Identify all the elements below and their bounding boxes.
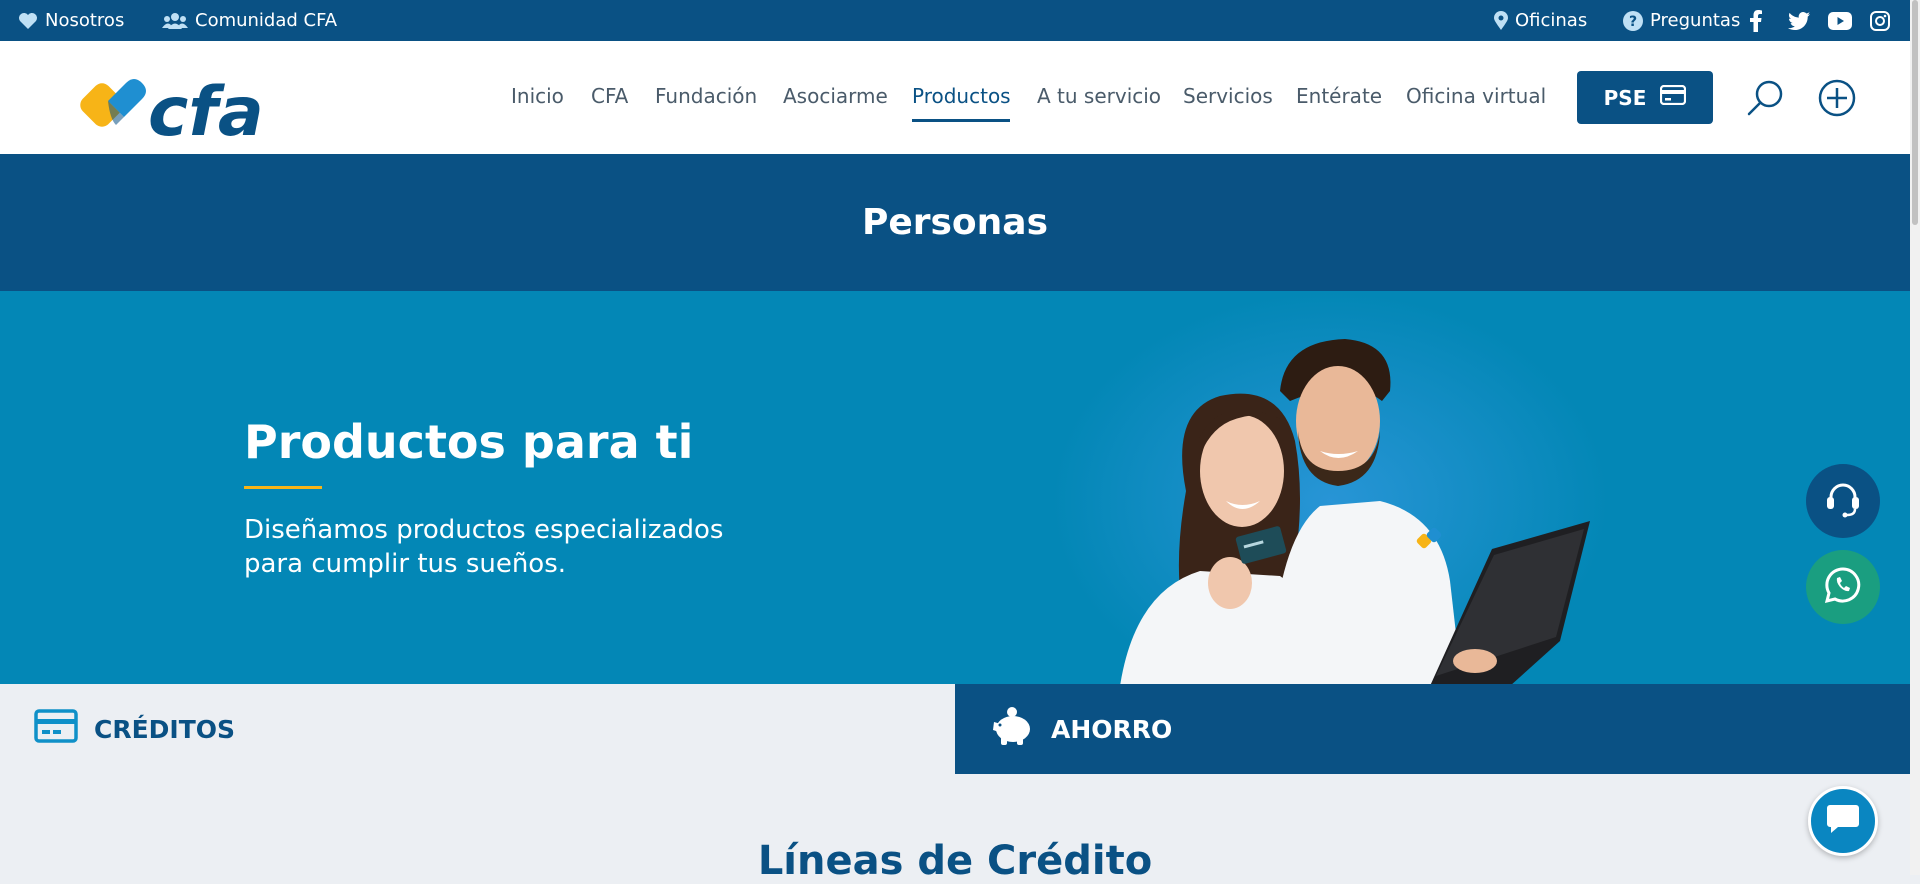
hero-subtitle: Diseñamos productos especializados para … <box>244 515 724 579</box>
logo-wordmark: cfa <box>148 73 264 141</box>
hero-title: Productos para ti <box>244 415 694 469</box>
credit-card-icon <box>1660 84 1687 110</box>
youtube-link[interactable] <box>1828 0 1852 41</box>
svg-text:?: ? <box>1629 14 1637 30</box>
hero-banner: Productos para ti Diseñamos productos es… <box>0 291 1910 684</box>
nav-asociarme[interactable]: Asociarme <box>783 84 888 108</box>
credit-card-icon <box>34 709 78 749</box>
whatsapp-icon <box>1824 566 1862 608</box>
facebook-link[interactable] <box>1750 0 1762 41</box>
support-agent-button[interactable] <box>1806 464 1880 538</box>
users-icon <box>162 12 188 30</box>
nav-inicio[interactable]: Inicio <box>511 84 564 108</box>
tab-ahorro[interactable]: AHORRO <box>955 684 1910 774</box>
active-nav-indicator <box>912 119 1010 122</box>
headset-icon <box>1823 479 1863 523</box>
hero-people-image <box>1090 321 1610 684</box>
nav-a-tu-servicio[interactable]: A tu servicio <box>1037 84 1161 108</box>
youtube-icon <box>1828 11 1852 30</box>
nav-oficina-virtual[interactable]: Oficina virtual <box>1406 84 1546 108</box>
piggy-bank-icon <box>989 706 1035 752</box>
search-icon[interactable] <box>1745 78 1785 118</box>
tab-creditos[interactable]: CRÉDITOS <box>0 684 955 774</box>
nav-servicios[interactable]: Servicios <box>1183 84 1273 108</box>
facebook-icon <box>1750 9 1762 32</box>
preguntas-link[interactable]: ? Preguntas <box>1623 0 1740 41</box>
lines-of-credit-heading: Líneas de Crédito <box>757 838 1153 884</box>
comunidad-link[interactable]: Comunidad CFA <box>162 0 337 41</box>
heart-icon <box>18 12 38 30</box>
nav-cfa[interactable]: CFA <box>591 84 628 108</box>
top-utility-bar: Nosotros Comunidad CFA Oficinas ? Pregun… <box>0 0 1910 41</box>
nav-productos[interactable]: Productos <box>912 84 1011 108</box>
oficinas-link[interactable]: Oficinas <box>1494 0 1587 41</box>
main-header: cfa Inicio CFA Fundación Asociarme Produ… <box>0 41 1910 154</box>
plus-circle-icon[interactable] <box>1817 78 1857 118</box>
whatsapp-button[interactable] <box>1806 550 1880 624</box>
twitter-icon <box>1788 11 1810 30</box>
nav-enterate[interactable]: Entérate <box>1296 84 1382 108</box>
instagram-icon <box>1870 10 1890 31</box>
cfa-logo[interactable]: cfa <box>70 61 270 152</box>
scrollbar-thumb[interactable] <box>1912 0 1918 225</box>
nav-fundacion[interactable]: Fundación <box>655 84 757 108</box>
map-pin-icon <box>1494 10 1508 31</box>
question-circle-icon: ? <box>1623 10 1643 31</box>
instagram-link[interactable] <box>1870 0 1890 41</box>
twitter-link[interactable] <box>1788 0 1810 41</box>
section-title: Personas <box>0 154 1910 291</box>
hero-accent-rule <box>244 486 322 489</box>
pse-button[interactable]: PSE <box>1577 71 1713 124</box>
nosotros-link[interactable]: Nosotros <box>18 0 124 41</box>
chat-bubble-icon <box>1826 803 1860 839</box>
